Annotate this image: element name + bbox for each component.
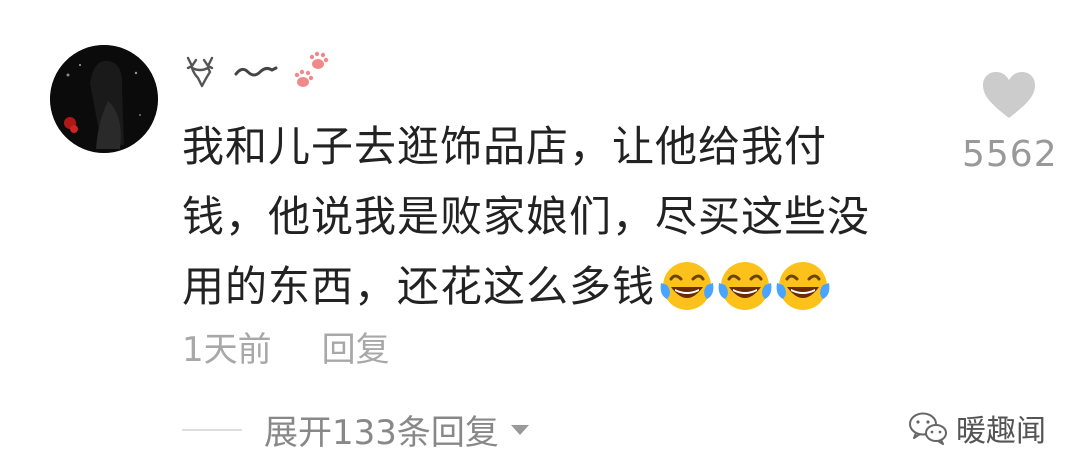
paw-prints-icon bbox=[294, 51, 329, 87]
deer-head-icon bbox=[186, 56, 214, 88]
expand-replies[interactable]: 展开133条回复 bbox=[182, 405, 531, 454]
reply-button[interactable]: 回复 bbox=[322, 322, 390, 371]
watermark: 暖趣闻 bbox=[908, 406, 1046, 450]
emoji-group bbox=[659, 259, 831, 313]
caret-down-icon[interactable] bbox=[509, 423, 531, 437]
tears-of-joy-emoji bbox=[660, 261, 714, 310]
wechat-icon bbox=[909, 412, 947, 445]
tears-of-joy-emoji bbox=[776, 261, 830, 310]
heart-icon bbox=[983, 72, 1035, 118]
username[interactable] bbox=[182, 50, 334, 94]
comment-card: 我和儿子去逛饰品店，让他给我付钱，他说我是败家娘们，尽买这些没用的东西，还花这么… bbox=[0, 0, 1080, 475]
comment-meta: 1天前 回复 bbox=[182, 322, 390, 371]
tears-of-joy-emoji bbox=[718, 261, 772, 310]
avatar[interactable] bbox=[50, 45, 158, 153]
divider-line bbox=[182, 428, 242, 431]
expand-replies-label[interactable]: 展开133条回复 bbox=[264, 405, 499, 454]
avatar-image bbox=[50, 45, 158, 153]
tilde-wave-icon bbox=[234, 66, 278, 77]
comment-time: 1天前 bbox=[182, 330, 272, 370]
like-count: 5562 bbox=[962, 134, 1058, 175]
watermark-text: 暖趣闻 bbox=[956, 414, 1046, 449]
comment-text-block: 我和儿子去逛饰品店，让他给我付钱，他说我是败家娘们，尽买这些没用的东西，还花这么… bbox=[182, 112, 882, 322]
like-button[interactable]: 5562 bbox=[962, 70, 1058, 175]
